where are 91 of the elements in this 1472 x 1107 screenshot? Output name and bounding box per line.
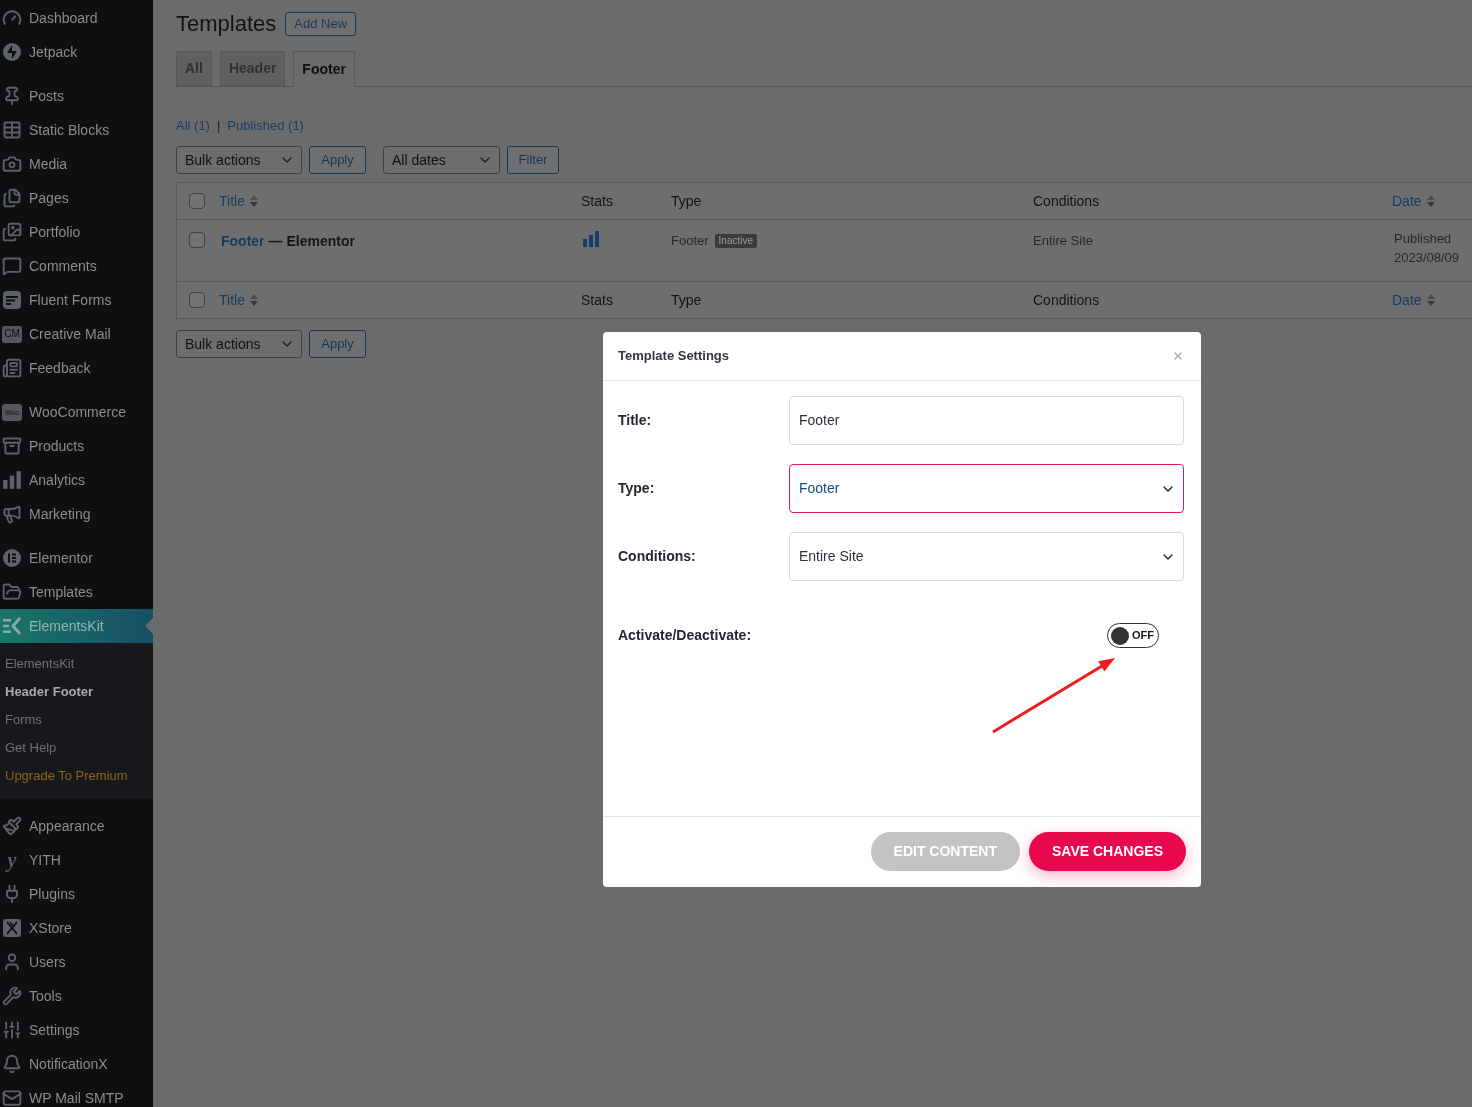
toggle-switch[interactable]: OFF <box>1107 623 1159 648</box>
sidebar-menu-item[interactable]: Tools <box>0 979 153 1013</box>
dropdown-select[interactable]: Bulk actions <box>176 330 302 358</box>
submenu-item[interactable]: Header Footer <box>0 678 153 706</box>
sidebar-menu-item[interactable]: Settings <box>0 1013 153 1047</box>
sidebar-menu-item[interactable]: Static Blocks <box>0 113 153 147</box>
camera-icon <box>2 154 22 174</box>
row-title-state: — Elementor <box>268 232 355 251</box>
sidebar-menu-item[interactable]: Appearance <box>0 809 153 843</box>
page-title: Templates <box>176 10 277 38</box>
submenu-item[interactable]: Get Help <box>0 734 153 762</box>
filter-tab[interactable]: Footer <box>293 51 355 87</box>
sliders-icon <box>2 1020 22 1040</box>
sidebar-menu-item[interactable]: Users <box>0 945 153 979</box>
column-header: Stats <box>581 191 613 211</box>
sidebar-menu-item[interactable]: Dashboard <box>0 1 153 35</box>
views-separator: | <box>216 117 221 136</box>
column-header: Type <box>671 290 702 310</box>
user-icon <box>2 952 22 972</box>
select-field[interactable]: Footer <box>789 464 1184 513</box>
dropdown-select[interactable]: Bulk actions <box>176 146 302 174</box>
bar-chart-icon[interactable] <box>583 231 599 247</box>
sort-arrows-icon <box>249 194 258 208</box>
gauge-icon <box>2 8 22 28</box>
sidebar-menu-item[interactable]: Feedback <box>0 351 153 385</box>
sidebar-menu-item[interactable]: Marketing <box>0 497 153 531</box>
field-label: Conditions: <box>618 547 697 566</box>
newspaper-icon <box>2 358 22 378</box>
lines-chevron-icon <box>2 616 22 636</box>
mail-icon <box>2 1088 22 1107</box>
close-icon[interactable] <box>1172 350 1184 362</box>
sidebar-menu-item[interactable]: Pages <box>0 181 153 215</box>
select-field[interactable]: Entire Site <box>789 532 1184 581</box>
sidebar-menu-item[interactable]: Jetpack <box>0 35 153 69</box>
sidebar-menu-item[interactable]: Elementor <box>0 541 153 575</box>
wrench-icon <box>2 986 22 1006</box>
sidebar-menu-item[interactable]: Posts <box>0 79 153 113</box>
documents-icon <box>2 188 22 208</box>
submenu-item[interactable]: ElementsKit <box>0 650 153 678</box>
table-icon <box>2 120 22 140</box>
date-text: 2023/08/09 <box>1394 249 1461 267</box>
bar-chart-icon <box>2 470 22 490</box>
sidebar-menu-item[interactable]: Templates <box>0 575 153 609</box>
paintbrush-icon <box>2 816 22 836</box>
column-header: Conditions <box>1033 191 1100 211</box>
dialog-title: Template Settings <box>618 347 729 366</box>
sidebar-menu-item[interactable]: Products <box>0 429 153 463</box>
sidebar-menu-item[interactable]: Plugins <box>0 877 153 911</box>
status-badge: Inactive <box>714 233 758 248</box>
toggle-knob-icon <box>1111 626 1129 645</box>
field-label: Activate/Deactivate: <box>618 626 753 645</box>
checkbox[interactable] <box>189 193 205 209</box>
column-header: Type <box>671 191 702 211</box>
sidebar-menu-item[interactable]: XStore <box>0 911 153 945</box>
checkbox[interactable] <box>189 292 205 308</box>
menu-pointer-icon <box>145 618 153 634</box>
sidebar-menu-item[interactable]: CM Creative Mail <box>0 317 153 351</box>
speech-bubble-icon <box>2 256 22 276</box>
archive-icon <box>2 436 22 456</box>
sort-arrows-icon <box>1426 194 1435 208</box>
save-button[interactable]: SAVE CHANGES <box>1029 832 1186 871</box>
column-header: Conditions <box>1033 290 1100 310</box>
dropdown-select[interactable]: All dates <box>383 146 500 174</box>
pin-icon <box>2 86 22 106</box>
submenu-item[interactable]: Upgrade To Premium <box>0 762 153 790</box>
sidebar-menu-item[interactable]: WP Mail SMTP <box>0 1081 153 1107</box>
checkbox[interactable] <box>189 232 205 248</box>
sidebar-menu-item[interactable]: NotificationX <box>0 1047 153 1081</box>
sort-arrows-icon <box>1426 293 1435 307</box>
conditions-text: Entire Site <box>1033 233 1093 248</box>
sidebar-menu-item[interactable]: y YITH <box>0 843 153 877</box>
folder-icon <box>2 582 22 602</box>
submenu-item[interactable]: Forms <box>0 706 153 734</box>
images-icon <box>2 222 22 242</box>
y-logo: y <box>4 850 18 870</box>
sidebar-menu-item[interactable]: Fluent Forms <box>0 283 153 317</box>
sidebar-menu-item[interactable]: Analytics <box>0 463 153 497</box>
bell-icon <box>2 1054 22 1074</box>
column-header: Stats <box>581 290 613 310</box>
date-status: Published <box>1394 230 1453 248</box>
field-label: Title: <box>618 411 653 430</box>
sidebar-menu-item[interactable]: ElementsKit <box>0 609 153 643</box>
field-label: Type: <box>618 479 656 498</box>
sidebar-menu-item[interactable]: Portfolio <box>0 215 153 249</box>
cm-logo: CM <box>2 325 22 343</box>
megaphone-icon <box>2 504 22 524</box>
sort-arrows-icon <box>249 293 258 307</box>
title-input[interactable]: Footer <box>789 396 1184 445</box>
sidebar-menu-item[interactable]: Media <box>0 147 153 181</box>
sidebar-menu-item[interactable]: Comments <box>0 249 153 283</box>
type-text: Footer <box>671 232 709 250</box>
